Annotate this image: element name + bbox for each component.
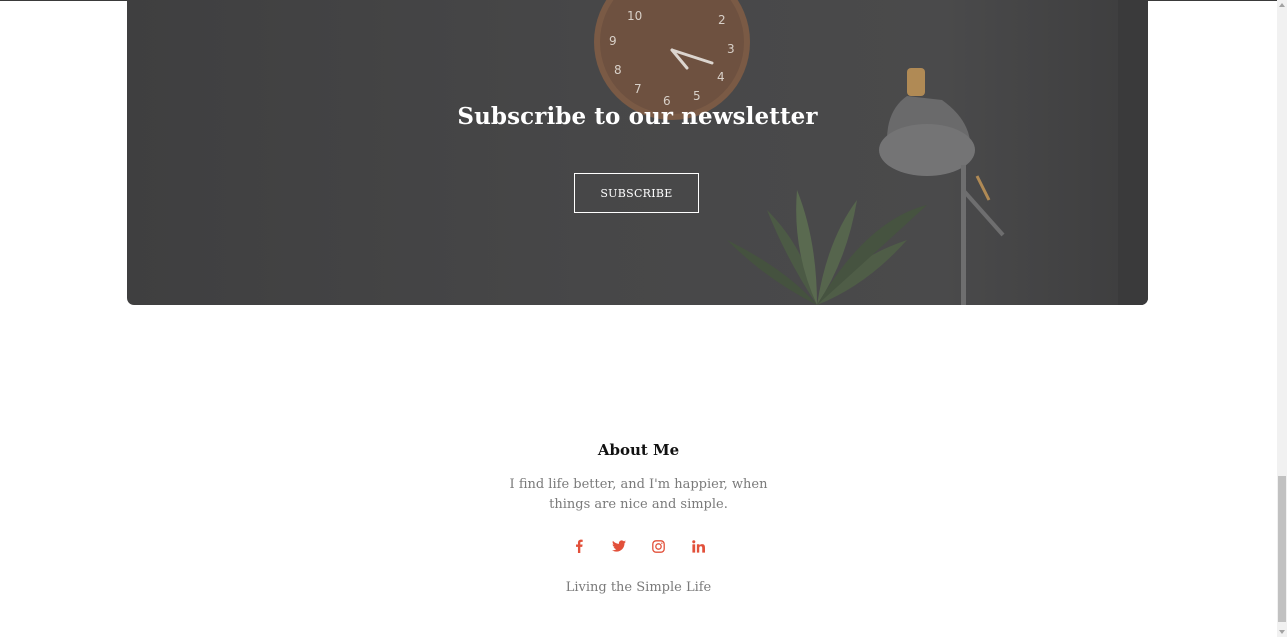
- twitter-link[interactable]: [610, 537, 628, 555]
- newsletter-section: 10 2 9 3 8 4 7 6 5 Subscribe to our news…: [127, 0, 1148, 305]
- clock-number: 9: [609, 34, 617, 48]
- plant-illustration: [727, 190, 927, 305]
- clock-number: 3: [727, 42, 735, 56]
- facebook-icon: [575, 539, 583, 553]
- about-description: I find life better, and I'm happier, whe…: [509, 477, 768, 512]
- clock-number: 8: [614, 63, 622, 77]
- scrollbar-thumb[interactable]: [1278, 476, 1286, 622]
- wall-clock-illustration: 10 2 9 3 8 4 7 6 5: [594, 0, 750, 120]
- facebook-link[interactable]: [570, 537, 588, 555]
- instagram-link[interactable]: [650, 537, 668, 555]
- newsletter-background-image: 10 2 9 3 8 4 7 6 5: [594, 0, 1005, 305]
- newsletter-title: Subscribe to our newsletter: [457, 103, 818, 130]
- vertical-scrollbar[interactable]: [1277, 0, 1287, 637]
- site-tagline: Living the Simple Life: [565, 580, 712, 595]
- scroll-down-arrow-icon[interactable]: [1277, 627, 1287, 637]
- clock-number: 5: [693, 89, 701, 103]
- clock-number: 4: [717, 70, 725, 84]
- instagram-icon: [652, 539, 665, 553]
- clock-number: 7: [634, 82, 642, 96]
- linkedin-icon: [692, 539, 705, 553]
- about-me-section: About Me I find life better, and I'm hap…: [0, 440, 1277, 598]
- background-edge: [1118, 0, 1148, 305]
- social-links: [0, 537, 1277, 557]
- subscribe-button[interactable]: SUBSCRIBE: [574, 173, 699, 213]
- clock-number: 2: [718, 13, 726, 27]
- scroll-up-arrow-icon[interactable]: [1277, 0, 1287, 10]
- twitter-icon: [611, 540, 626, 552]
- clock-number: 10: [627, 9, 642, 23]
- about-title: About Me: [597, 441, 680, 459]
- linkedin-link[interactable]: [690, 537, 708, 555]
